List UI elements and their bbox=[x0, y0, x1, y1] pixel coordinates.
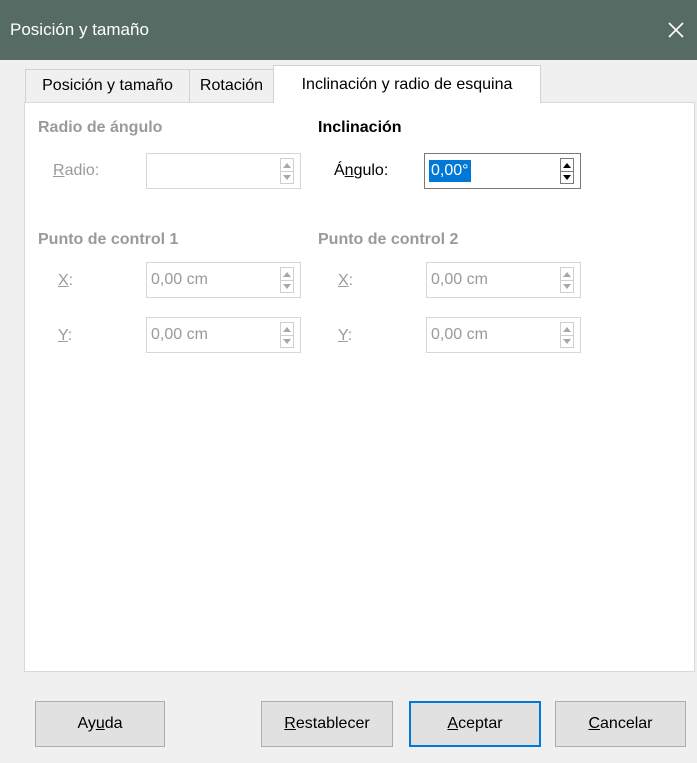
cp1-y-value: 0,00 cm bbox=[151, 326, 208, 343]
cp2-x-spinbox[interactable]: 0,00 cm bbox=[426, 262, 581, 298]
ok-button-label: Aceptar bbox=[447, 715, 503, 732]
cp1-x-value: 0,00 cm bbox=[151, 271, 208, 288]
angle-label: Ángulo: bbox=[334, 162, 389, 179]
cp2-y-label: Y: bbox=[338, 327, 353, 344]
arrow-down-icon bbox=[283, 338, 291, 344]
close-icon bbox=[668, 22, 684, 38]
cancel-button[interactable]: Cancelar bbox=[555, 701, 686, 747]
radius-spinbox[interactable] bbox=[146, 153, 301, 189]
angle-value[interactable]: 0,00° bbox=[429, 160, 471, 182]
window-title: Posición y tamaño bbox=[10, 20, 149, 39]
tab-panel: Radio de ángulo Radio: Inclinación Ángul… bbox=[24, 102, 695, 672]
tab-slant-corner-radius[interactable]: Inclinación y radio de esquina bbox=[273, 65, 541, 103]
radius-decrement-button[interactable] bbox=[281, 171, 293, 183]
arrow-down-icon bbox=[283, 283, 291, 289]
arrow-up-icon bbox=[563, 326, 571, 332]
control-point-1-heading: Punto de control 1 bbox=[38, 231, 179, 248]
cp2-x-value: 0,00 cm bbox=[431, 271, 488, 288]
tab-label: Inclinación y radio de esquina bbox=[301, 75, 513, 93]
angle-decrement-button[interactable] bbox=[561, 171, 573, 183]
radius-label: Radio: bbox=[53, 162, 100, 179]
tab-label: Posición y tamaño bbox=[42, 77, 173, 94]
arrow-up-icon bbox=[283, 271, 291, 277]
corner-radius-heading: Radio de ángulo bbox=[38, 119, 163, 136]
arrow-up-icon bbox=[563, 162, 571, 168]
cp2-x-decrement-button[interactable] bbox=[561, 280, 573, 292]
cp1-x-label: X: bbox=[58, 272, 74, 289]
arrow-up-icon bbox=[283, 162, 291, 168]
reset-button[interactable]: Restablecer bbox=[261, 701, 393, 747]
cp1-y-decrement-button[interactable] bbox=[281, 335, 293, 347]
tab-position-size[interactable]: Posición y tamaño bbox=[25, 69, 190, 102]
tab-label: Rotación bbox=[199, 77, 264, 94]
cp2-y-decrement-button[interactable] bbox=[561, 335, 573, 347]
cp1-y-label: Y: bbox=[58, 327, 73, 344]
ok-button[interactable]: Aceptar bbox=[409, 701, 541, 747]
slant-heading: Inclinación bbox=[318, 119, 402, 136]
arrow-down-icon bbox=[563, 283, 571, 289]
cp2-y-spinbox[interactable]: 0,00 cm bbox=[426, 317, 581, 353]
cp1-x-spinbox[interactable]: 0,00 cm bbox=[146, 262, 301, 298]
arrow-down-icon bbox=[563, 338, 571, 344]
help-button-label: Ayuda bbox=[77, 715, 123, 732]
cp2-x-label: X: bbox=[338, 272, 354, 289]
angle-spinbox[interactable]: 0,00° bbox=[424, 153, 581, 189]
help-button[interactable]: Ayuda bbox=[35, 701, 165, 747]
tab-rotation[interactable]: Rotación bbox=[189, 69, 274, 102]
arrow-up-icon bbox=[563, 271, 571, 277]
title-bar: Posición y tamaño bbox=[0, 0, 697, 60]
reset-button-label: Restablecer bbox=[284, 715, 370, 732]
cp2-y-value: 0,00 cm bbox=[431, 326, 488, 343]
cp1-x-decrement-button[interactable] bbox=[281, 280, 293, 292]
control-point-2-heading: Punto de control 2 bbox=[318, 231, 459, 248]
arrow-down-icon bbox=[283, 174, 291, 180]
close-button[interactable] bbox=[655, 0, 697, 60]
arrow-up-icon bbox=[283, 326, 291, 332]
arrow-down-icon bbox=[563, 174, 571, 180]
cancel-button-label: Cancelar bbox=[588, 715, 653, 732]
cp1-y-spinbox[interactable]: 0,00 cm bbox=[146, 317, 301, 353]
